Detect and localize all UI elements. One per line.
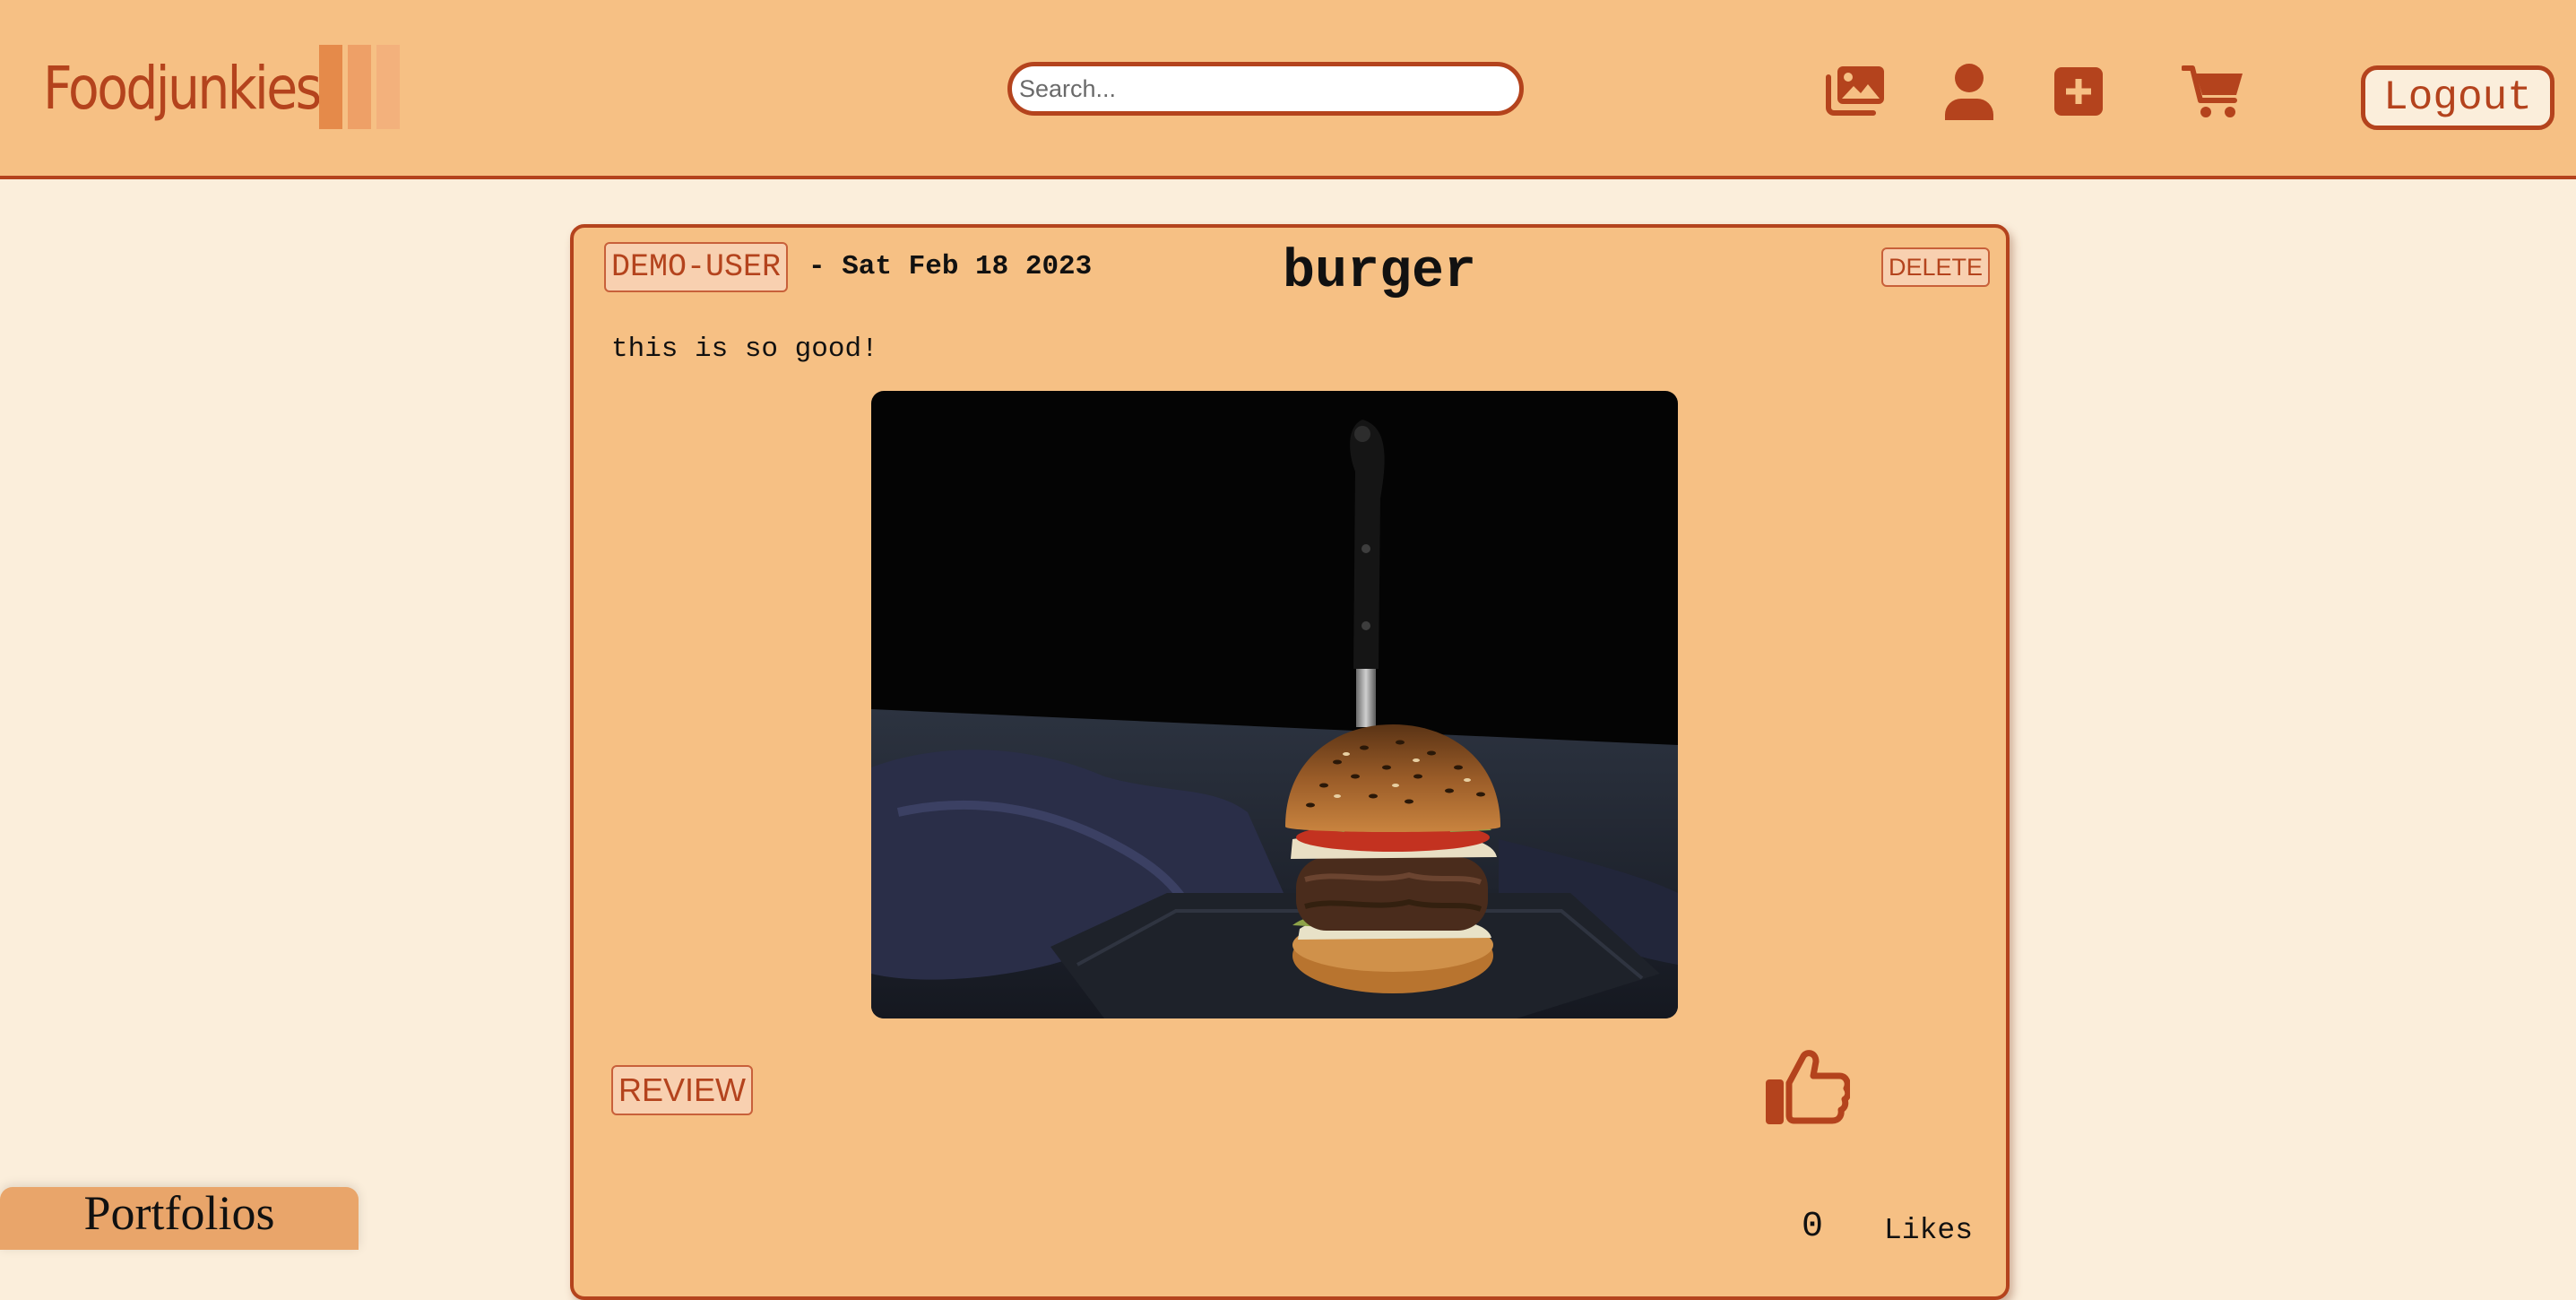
burger-photo-illustration (871, 391, 1678, 1018)
likes-count: 0 (1802, 1207, 1824, 1247)
post-username-button[interactable]: DEMO-USER (604, 242, 789, 292)
top-header: Foodjunkies Logout (0, 0, 2576, 179)
post-title: burger (1282, 242, 1477, 303)
likes-label: Likes (1884, 1214, 1974, 1247)
portfolios-label: Portfolios (83, 1186, 275, 1240)
images-icon[interactable] (1823, 65, 1886, 117)
thumbs-up-icon[interactable] (1764, 1049, 1850, 1126)
search-container (1007, 62, 1524, 116)
plus-square-icon[interactable] (2054, 67, 2103, 116)
user-icon[interactable] (1943, 63, 1995, 120)
post-body: this is so good! (611, 334, 878, 365)
review-button[interactable]: REVIEW (611, 1065, 754, 1115)
delete-button[interactable]: DELETE (1880, 247, 1990, 287)
post-card: DEMO-USER - Sat Feb 18 2023 burger DELET… (570, 224, 2010, 1300)
post-date: - Sat Feb 18 2023 (808, 251, 1093, 282)
search-input[interactable] (1007, 62, 1524, 116)
logout-button[interactable]: Logout (2361, 65, 2554, 130)
brand-logo[interactable]: Foodjunkies (43, 45, 400, 131)
cart-icon[interactable] (2182, 63, 2244, 120)
burger-photo (871, 391, 1678, 1018)
brand-name: Foodjunkies (43, 53, 322, 123)
portfolios-tab[interactable]: Portfolios (0, 1186, 359, 1250)
post-title-row: burger (574, 242, 2006, 303)
brand-bars-icon (319, 45, 400, 129)
